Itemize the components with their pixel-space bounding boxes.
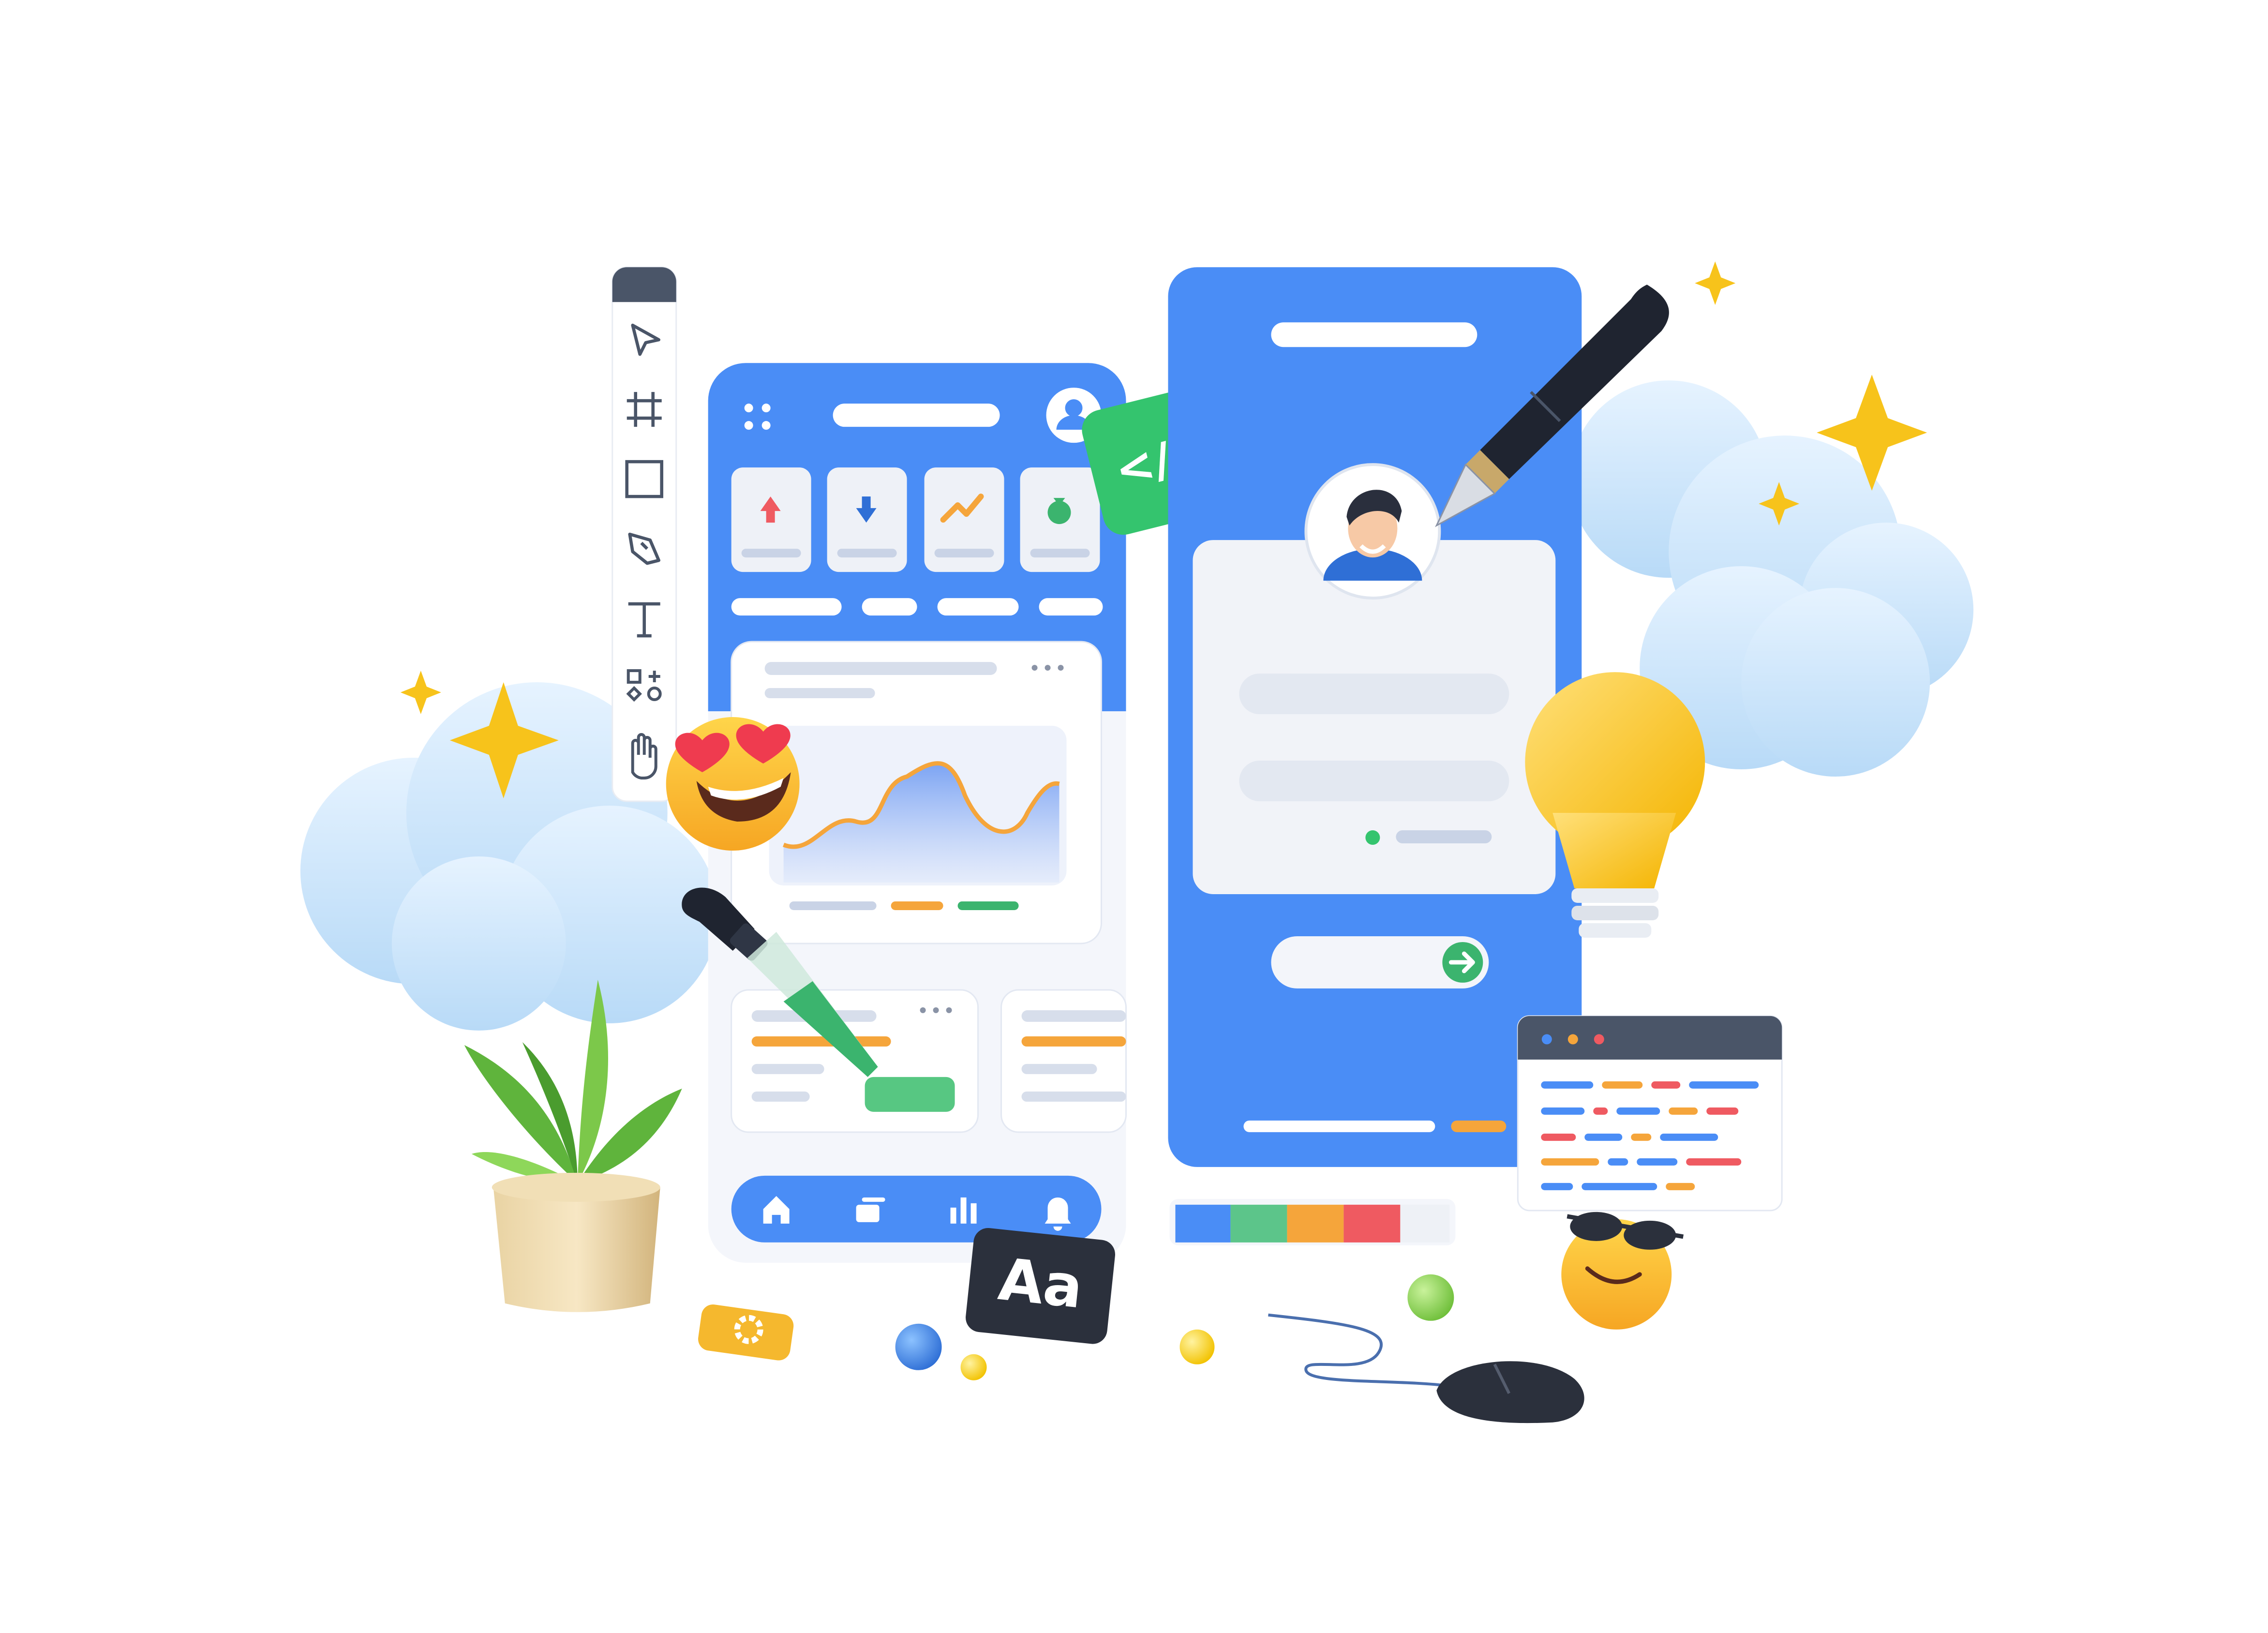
- typography-icon: Aa: [995, 1246, 1086, 1321]
- email-field[interactable]: [1239, 761, 1509, 802]
- blue-ball: [895, 1323, 942, 1370]
- settings-chip: [698, 1304, 794, 1361]
- tool-palette: [612, 266, 677, 802]
- typography-badge: Aa: [966, 1228, 1116, 1344]
- phone-left-title-bar: [833, 404, 1000, 427]
- small-yellow-ball: [960, 1354, 987, 1380]
- swatch-blue[interactable]: [1175, 1204, 1231, 1243]
- color-palette: [1169, 1199, 1456, 1245]
- stat-card-up[interactable]: [731, 467, 811, 572]
- swatch-orange[interactable]: [1287, 1204, 1344, 1243]
- name-field[interactable]: [1239, 674, 1509, 715]
- heart-eyes-emoji: [666, 717, 800, 851]
- phone-right-title-bar: [1271, 322, 1477, 347]
- swatch-gray[interactable]: [1400, 1204, 1450, 1243]
- bottom-nav: [731, 1175, 1102, 1243]
- swatch-green[interactable]: [1230, 1204, 1287, 1243]
- cool-emoji: [1561, 1212, 1684, 1330]
- stat-card-money[interactable]: [1020, 467, 1100, 572]
- stat-card-trend[interactable]: [924, 467, 1004, 572]
- swatch-red[interactable]: [1343, 1204, 1401, 1243]
- continue-button[interactable]: [1271, 936, 1489, 989]
- illustration-canvas: </> Aa: [300, 261, 1974, 1423]
- code-window: [1517, 1015, 1783, 1212]
- more-options-icon[interactable]: [1031, 665, 1064, 671]
- yellow-ball: [1179, 1329, 1215, 1364]
- list-card-2[interactable]: [1000, 989, 1127, 1133]
- status-dot: [1365, 830, 1380, 845]
- computer-mouse-icon: [1268, 1313, 1584, 1423]
- potted-plant: [464, 979, 682, 1312]
- avatar[interactable]: [1304, 463, 1441, 600]
- stat-card-down[interactable]: [827, 467, 907, 572]
- green-ball: [1407, 1274, 1454, 1321]
